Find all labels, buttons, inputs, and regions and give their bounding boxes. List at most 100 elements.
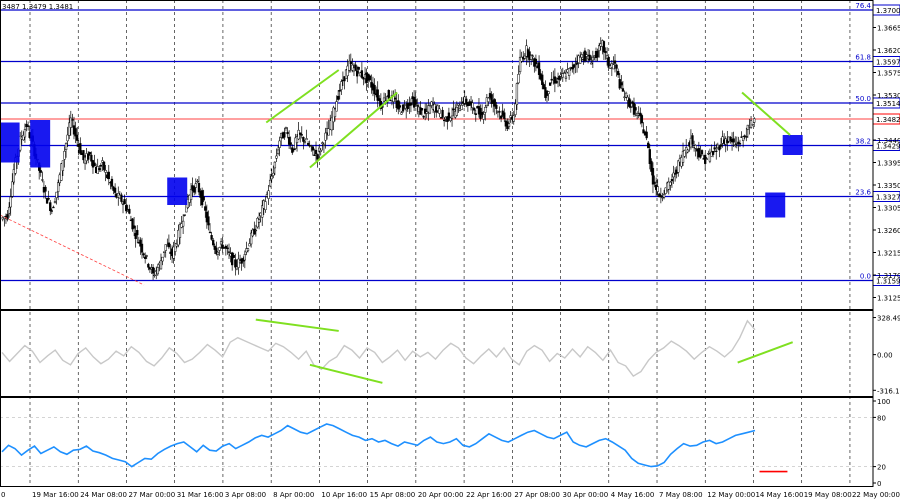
candle-body <box>216 251 220 255</box>
candle-body <box>276 149 280 155</box>
cci-tick-label: -316.127 <box>877 387 900 395</box>
candle-body <box>313 154 316 156</box>
candle-body <box>719 144 723 147</box>
price-tick-label: 1.3305 <box>877 205 900 213</box>
fib-price-label: 1.3597 <box>876 59 900 67</box>
candle-body <box>270 175 273 180</box>
candle-body <box>393 97 397 100</box>
candle-body <box>9 196 12 208</box>
candle-body <box>420 108 424 111</box>
candle-body <box>368 75 371 81</box>
candle-body <box>218 247 221 251</box>
candle-body <box>79 143 82 154</box>
time-label: 19 May 08:00 <box>804 491 852 499</box>
candle-body <box>564 76 568 79</box>
candle-body <box>107 171 110 180</box>
signal-box <box>30 120 51 168</box>
candle-body <box>284 127 288 129</box>
candle-body <box>53 201 57 203</box>
candle-body <box>677 160 680 173</box>
candle-body <box>645 131 648 139</box>
candle-body <box>579 56 582 64</box>
time-label: 7 May 08:00 <box>659 491 703 499</box>
price-tick-label: 1.3440 <box>877 137 900 145</box>
candle-body <box>753 118 756 123</box>
candle-body <box>474 113 477 115</box>
candle-body <box>628 98 631 107</box>
candle-body <box>741 136 745 141</box>
candle-body <box>555 80 558 84</box>
time-label: 15 Apr 08:00 <box>370 491 416 499</box>
fib-ratio-label: 38.2 <box>855 138 871 146</box>
candle-body <box>732 138 735 143</box>
time-label: 27 Mar 00:00 <box>128 491 175 499</box>
candle-body <box>659 195 663 198</box>
candle-body <box>104 170 107 173</box>
candle-body <box>662 194 666 198</box>
time-label: 22 May 00:00 <box>852 491 900 499</box>
candle-body <box>66 134 69 142</box>
candle-body <box>7 206 11 214</box>
candle-body <box>457 103 460 106</box>
fib-ratio-label: 76.4 <box>855 2 871 10</box>
candle-body <box>615 64 618 69</box>
candle-body <box>354 64 357 71</box>
candle-body <box>153 274 156 277</box>
candle-body <box>378 98 381 102</box>
candle-body <box>355 70 359 77</box>
candle-body <box>711 150 715 155</box>
candle-body <box>751 124 754 126</box>
candle-body <box>144 256 147 259</box>
candle-body <box>156 267 159 275</box>
fib-ratio-label: 50.0 <box>855 95 871 103</box>
candle-body <box>212 239 215 246</box>
candle-body <box>303 141 307 143</box>
chart-background <box>0 0 900 500</box>
candle-body <box>387 90 390 99</box>
price-tick-label: 1.3350 <box>877 182 900 190</box>
candle-body <box>634 107 637 111</box>
candle-body <box>337 95 340 100</box>
candle-body <box>246 248 250 252</box>
candle-body <box>713 147 716 150</box>
price-tick-label: 1.3125 <box>877 295 900 303</box>
candle-body <box>441 109 444 118</box>
candle-body <box>140 243 144 253</box>
candle-body <box>128 208 131 214</box>
candle-body <box>142 253 145 256</box>
candle-body <box>360 70 364 78</box>
candle-body <box>450 115 454 119</box>
candle-body <box>167 242 171 248</box>
candle-body <box>575 62 579 65</box>
candle-body <box>71 119 74 121</box>
candle-body <box>541 74 544 85</box>
candle-body <box>314 149 318 155</box>
candle-body <box>26 125 30 127</box>
candle-body <box>123 199 126 205</box>
candle-body <box>44 186 47 192</box>
candle-body <box>503 112 506 119</box>
candle-body <box>254 229 258 232</box>
candle-body <box>231 252 234 266</box>
candle-body <box>11 181 14 197</box>
time-label: 24 Mar 08:00 <box>80 491 127 499</box>
fib-price-label: 1.3327 <box>876 194 900 202</box>
candle-body <box>715 150 718 152</box>
time-axis: 19 Mar 16:00 24 Mar 08:00 27 Mar 00:00 31 M… <box>1 491 900 499</box>
forex-chart: 76.41.370061.81.359750.01.351438.21.3429… <box>0 0 900 500</box>
rsi-tick-label: 80 <box>877 414 886 422</box>
candle-body <box>93 162 96 166</box>
candle-body <box>482 114 485 120</box>
candle-body <box>57 182 60 192</box>
candle-body <box>39 170 42 173</box>
candle-body <box>547 91 550 94</box>
candle-body <box>64 143 68 150</box>
signal-box <box>167 177 188 205</box>
candle-body <box>41 179 44 181</box>
candle-body <box>514 103 517 115</box>
candle-body <box>745 136 748 138</box>
candle-body <box>498 111 501 113</box>
candle-body <box>484 107 487 113</box>
candle-body <box>512 115 515 122</box>
candle-body <box>604 51 607 53</box>
